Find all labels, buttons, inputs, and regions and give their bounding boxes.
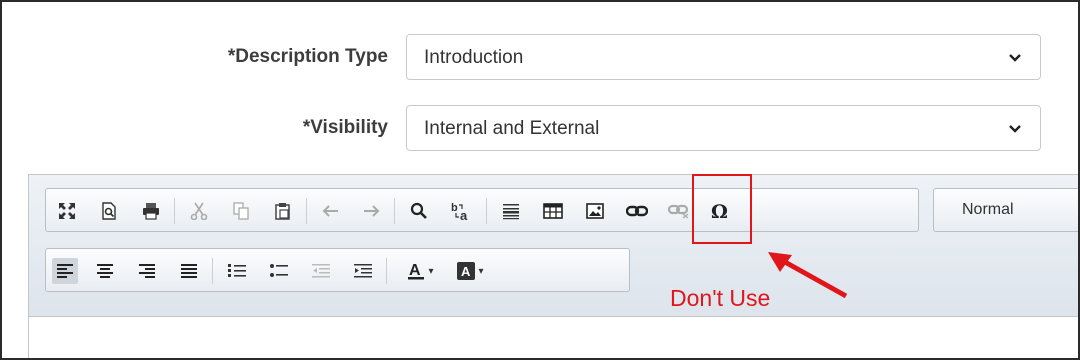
page-frame: *Description Type Introduction *Visibili… <box>0 0 1080 360</box>
description-type-label: *Description Type <box>227 46 388 67</box>
description-type-value: Introduction <box>424 47 524 68</box>
toolbar-group-2: A ▾ A ▾ <box>45 248 630 292</box>
toolbar-separator <box>394 198 395 224</box>
align-center-icon[interactable] <box>92 258 118 284</box>
visibility-row: *Visibility Internal and External <box>2 105 1078 151</box>
redo-icon[interactable] <box>358 198 384 224</box>
caret-down-icon: ▾ <box>428 265 434 277</box>
format-select[interactable]: Normal <box>933 188 1078 232</box>
copy-icon[interactable] <box>228 198 254 224</box>
paste-icon[interactable] <box>270 198 296 224</box>
toolbar-separator <box>386 258 387 284</box>
horizontal-rule-icon[interactable] <box>498 198 524 224</box>
svg-text:A: A <box>461 264 471 279</box>
justify-icon[interactable] <box>176 258 202 284</box>
visibility-select[interactable]: Internal and External <box>406 105 1041 151</box>
caret-down-icon: ▾ <box>478 265 484 277</box>
text-color-icon[interactable]: A ▾ <box>400 258 440 284</box>
find-icon[interactable] <box>406 198 432 224</box>
numbered-list-icon[interactable] <box>224 258 250 284</box>
image-icon[interactable] <box>582 198 608 224</box>
background-color-icon[interactable]: A ▾ <box>450 258 490 284</box>
toolbar-separator <box>306 198 307 224</box>
bulleted-list-icon[interactable] <box>266 258 292 284</box>
description-type-select[interactable]: Introduction <box>406 34 1041 80</box>
chevron-down-icon <box>1008 106 1022 152</box>
toolbar-separator <box>174 198 175 224</box>
table-icon[interactable] <box>540 198 566 224</box>
indent-icon[interactable] <box>350 258 376 284</box>
image-button-highlight <box>692 174 752 244</box>
editor-toolbar: ba Ω Normal A ▾ A ▾ <box>29 175 1078 317</box>
chevron-down-icon <box>1008 35 1022 81</box>
visibility-value: Internal and External <box>424 118 600 139</box>
print-icon[interactable] <box>138 198 164 224</box>
link-icon[interactable] <box>624 198 650 224</box>
maximize-icon[interactable] <box>54 198 80 224</box>
annotation-label: Don't Use <box>670 285 771 311</box>
align-left-icon[interactable] <box>52 258 78 284</box>
align-right-icon[interactable] <box>134 258 160 284</box>
svg-text:b: b <box>451 202 458 214</box>
undo-icon[interactable] <box>318 198 344 224</box>
editor-content-area[interactable] <box>29 317 1078 358</box>
replace-icon[interactable]: ba <box>448 198 474 224</box>
toolbar-group-1: ba Ω <box>45 188 919 232</box>
rich-text-editor: ba Ω Normal A ▾ A ▾ <box>28 174 1078 358</box>
format-select-value: Normal <box>962 201 1014 218</box>
description-type-row: *Description Type Introduction <box>2 34 1078 80</box>
toolbar-separator <box>212 258 213 284</box>
annotation-arrow-icon <box>768 252 848 299</box>
outdent-icon[interactable] <box>308 258 334 284</box>
visibility-label: *Visibility <box>302 117 388 138</box>
svg-text:a: a <box>460 208 468 221</box>
cut-icon[interactable] <box>186 198 212 224</box>
toolbar-separator <box>486 198 487 224</box>
unlink-icon[interactable] <box>666 198 692 224</box>
svg-text:A: A <box>409 262 421 279</box>
preview-icon[interactable] <box>96 198 122 224</box>
